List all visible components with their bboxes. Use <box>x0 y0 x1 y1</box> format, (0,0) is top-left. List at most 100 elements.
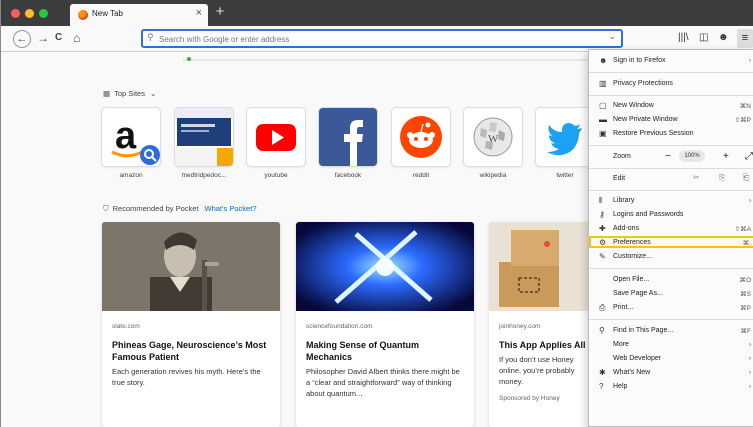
close-window-button[interactable] <box>11 9 20 18</box>
topsite-facebook[interactable]: facebook <box>319 108 377 179</box>
whats-pocket-link[interactable]: What’s Pocket? <box>205 204 257 213</box>
new-tab-button[interactable]: + <box>213 4 227 20</box>
zoom-reset-button[interactable]: 100% <box>679 150 705 162</box>
account-icon[interactable]: ☻ <box>718 32 729 43</box>
search-suggestions-edge <box>183 53 587 61</box>
url-input[interactable] <box>159 32 599 46</box>
tab-new-tab[interactable]: New Tab × <box>70 4 208 26</box>
topsite-youtube[interactable]: youtube <box>247 108 305 179</box>
window-icon: ▢ <box>599 101 607 110</box>
menu-separator <box>589 168 753 169</box>
menu-item-save-page[interactable]: Save Page As... ⌘S <box>589 287 753 301</box>
fullscreen-icon[interactable]: ⤢ <box>745 151 753 162</box>
menu-item-preferences[interactable]: ⚙ Preferences ⌘, <box>589 236 753 248</box>
svg-text:W: W <box>488 133 499 145</box>
topsite-wikipedia[interactable]: W wikipedia <box>464 108 522 179</box>
menu-item-addons[interactable]: ✚ Add-ons ⇧⌘A <box>589 222 753 236</box>
story-description: If you don’t use Honey online, you’re pr… <box>499 355 575 386</box>
story-card[interactable]: slate.com Phineas Gage, Neuroscience’s M… <box>102 222 280 427</box>
back-button[interactable]: ← <box>13 30 31 48</box>
private-window-icon: ▬ <box>599 115 607 124</box>
site-label: amazon <box>119 172 143 179</box>
story-image <box>296 222 474 311</box>
site-label: wikipedia <box>479 172 507 179</box>
menu-item-print[interactable]: ⎙ Print... ⌘P <box>589 301 753 315</box>
facebook-logo <box>319 108 377 166</box>
site-label: medtridpedoc... <box>181 172 227 179</box>
topsites-header[interactable]: ▦ Top Sites ⌄ <box>103 89 156 98</box>
topsite-twitter[interactable]: twitter <box>536 108 594 179</box>
dashboard-icon: ▥ <box>599 79 607 88</box>
site-thumbnail <box>175 108 233 166</box>
menu-item-customize[interactable]: ✎ Customize... <box>589 250 753 264</box>
pocket-icon: ⛉ <box>103 204 109 213</box>
account-icon: ☻ <box>599 56 608 65</box>
menu-item-open-file[interactable]: Open File... ⌘O <box>589 273 753 287</box>
menu-zoom-row: Zoom − 100% + ⤢ <box>613 150 753 162</box>
topsite-reddit[interactable]: reddit <box>392 108 450 179</box>
menu-item-help[interactable]: ? Help › <box>589 380 753 394</box>
zoom-window-button[interactable] <box>39 9 48 18</box>
minimize-window-button[interactable] <box>25 9 34 18</box>
menu-item-find[interactable]: ⚲ Find in This Page... ⌘F <box>589 324 753 338</box>
topsites-title: Top Sites <box>114 89 145 98</box>
story-card[interactable]: sciencefoundation.com Making Sense of Qu… <box>296 222 474 427</box>
menu-separator <box>589 268 753 269</box>
copy-icon[interactable]: ⎘ <box>719 173 725 183</box>
menu-item-web-developer[interactable]: Web Developer › <box>589 352 753 366</box>
help-icon: ? <box>599 382 604 391</box>
paste-icon[interactable]: ⎗ <box>743 173 749 183</box>
story-image <box>102 222 280 311</box>
chevron-right-icon: › <box>748 197 751 204</box>
tab-close-icon[interactable]: × <box>196 7 202 19</box>
forward-button[interactable]: → <box>37 30 49 46</box>
tab-title: New Tab <box>92 9 123 18</box>
library-icon[interactable]: |||\ <box>678 32 689 43</box>
menu-item-restore-session[interactable]: ▣ Restore Previous Session <box>589 127 753 141</box>
zoom-in-button[interactable]: + <box>723 151 729 162</box>
menu-separator <box>589 72 753 73</box>
site-label: reddit <box>412 172 430 179</box>
menu-item-logins[interactable]: ⚷ Logins and Passwords <box>589 208 753 222</box>
menu-item-sign-in[interactable]: ☻ Sign in to Firefox › <box>589 54 753 68</box>
site-label: youtube <box>264 172 288 179</box>
topsite-amazon[interactable]: a amazon <box>102 108 160 179</box>
url-bar[interactable]: ⚲ ⌄ <box>141 29 623 48</box>
menu-item-protections[interactable]: ▥ Privacy Protections <box>589 77 753 91</box>
youtube-logo <box>247 108 305 166</box>
svg-text:a: a <box>115 115 137 157</box>
pocket-header: ⛉ Recommended by Pocket What’s Pocket? <box>103 204 257 214</box>
reload-button[interactable]: C <box>55 30 62 46</box>
menu-item-new-window[interactable]: ▢ New Window ⌘N <box>589 99 753 113</box>
menu-edit-row: Edit ✂ ⎘ ⎗ <box>613 173 750 183</box>
story-description: Philosopher David Albert thinks there mi… <box>306 367 460 398</box>
menu-item-whats-new[interactable]: ✱ What’s New › <box>589 366 753 380</box>
menu-item-private-window[interactable]: ▬ New Private Window ⇧⌘P <box>589 113 753 127</box>
key-icon: ⚷ <box>599 210 605 219</box>
chevron-down-icon[interactable]: ⌄ <box>608 31 616 42</box>
chevron-right-icon: › <box>748 57 751 64</box>
menu-item-library[interactable]: ⫴ Library › <box>589 194 753 208</box>
story-title: Making Sense of Quantum Mechanics <box>306 340 420 362</box>
home-button[interactable]: ⌂ <box>73 30 80 46</box>
menu-item-more[interactable]: More › <box>589 338 753 352</box>
status-dot <box>187 57 191 61</box>
grid-icon: ▦ <box>103 89 111 98</box>
story-source: slate.com <box>112 323 140 330</box>
wikipedia-logo: W <box>464 108 522 166</box>
chevron-right-icon: › <box>748 369 751 376</box>
site-label: facebook <box>334 172 362 179</box>
search-icon: ⚲ <box>599 326 605 335</box>
cut-icon[interactable]: ✂ <box>693 173 700 182</box>
pencil-icon: ✎ <box>599 252 606 261</box>
story-image <box>489 222 588 311</box>
zoom-out-button[interactable]: − <box>665 151 671 162</box>
story-card[interactable]: joinhoney.com This App Applies All Codes… <box>489 222 588 427</box>
chevron-right-icon: › <box>748 383 751 390</box>
hamburger-menu-button[interactable]: ≡ <box>737 29 753 48</box>
topsite-medtrid[interactable]: medtridpedoc... <box>175 108 233 179</box>
sidebar-icon[interactable]: ◫ <box>699 32 708 43</box>
story-source: joinhoney.com <box>499 323 541 330</box>
menu-separator <box>589 190 753 191</box>
app-menu-panel: ☻ Sign in to Firefox › ▥ Privacy Protection… <box>588 49 753 427</box>
